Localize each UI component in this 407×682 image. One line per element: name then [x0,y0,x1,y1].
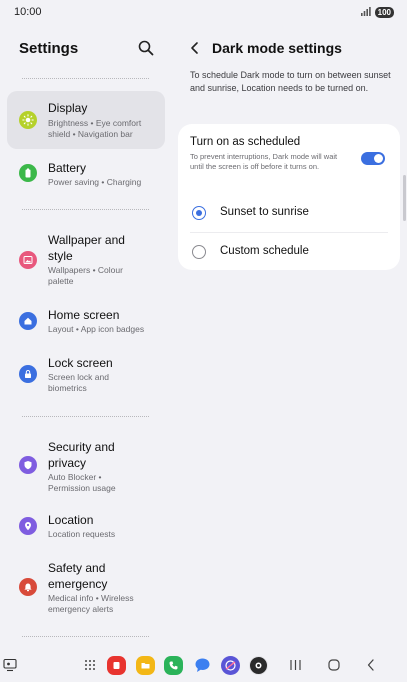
location-pin-icon [19,517,37,535]
back-arrow-icon[interactable] [188,40,202,56]
home-button-icon[interactable] [328,659,340,671]
sidebar-item-sub: Brightness • Eye comfort shield • Naviga… [48,118,142,139]
status-bar: 10:00 100 [0,0,407,24]
sidebar-item-sub: Screen lock and biometrics [48,372,109,393]
page-title: Settings [19,40,79,57]
status-time: 10:00 [14,6,42,18]
back-button-icon[interactable] [366,659,376,671]
home-icon [19,312,37,330]
camera-icon[interactable] [249,656,268,675]
divider [22,416,149,417]
my-files-icon[interactable] [136,656,155,675]
sidebar-item-label: Location [48,513,94,527]
messages-icon[interactable] [193,656,212,675]
recents-button-icon[interactable] [289,659,302,671]
phone-icon[interactable] [164,656,183,675]
dark-mode-settings-pane: Dark mode settings To schedule Dark mode… [172,24,407,640]
turn-on-scheduled-row[interactable]: Turn on as scheduled To prevent interrup… [178,124,400,188]
location-info-text: To schedule Dark mode to turn on between… [190,70,391,93]
sidebar-item-label: Display [48,101,88,115]
sidebar-item-sub: Layout • App icon badges [48,324,145,334]
radio-custom-schedule[interactable] [192,245,206,259]
divider [22,636,149,637]
sidebar-item-safety[interactable]: Safety and emergency Medical info • Wire… [7,558,165,620]
samsung-notes-icon[interactable] [107,656,126,675]
internet-icon[interactable] [221,656,240,675]
settings-header: Settings [0,24,172,72]
sidebar-item-sub: Location requests [48,529,116,539]
battery-level: 100 [374,7,394,18]
sidebar-item-label: Safety and emergency [48,561,108,591]
sidebar-item-label: Wallpaper and style [48,233,125,263]
app-drawer-icon[interactable] [84,659,96,671]
sidebar-item-sub: Wallpapers • Colour palette [48,265,123,286]
option-sunset-to-sunrise[interactable]: Sunset to sunrise [178,196,400,230]
detail-title: Dark mode settings [212,40,342,56]
settings-list-pane: Settings Display Brightness • Eye comfor… [0,24,172,640]
sidebar-item-lock-screen[interactable]: Lock screen Screen lock and biometrics [7,353,165,401]
sidebar-item-home-screen[interactable]: Home screen Layout • App icon badges [7,305,165,343]
sidebar-item-wallpaper[interactable]: Wallpaper and style Wallpapers • Colour … [7,227,165,291]
divider [22,209,149,210]
radio-sunset-to-sunrise[interactable] [192,206,206,220]
taskbar [0,640,407,682]
sidebar-item-sub: Power saving • Charging [48,177,142,187]
battery-icon [19,164,37,182]
lock-icon [19,365,37,383]
edge-panel-handle[interactable] [403,175,406,221]
sidebar-item-location[interactable]: Location Location requests [7,510,165,548]
sidebar-item-security[interactable]: Security and privacy Auto Blocker • Perm… [7,434,165,496]
schedule-card: Turn on as scheduled To prevent interrup… [178,124,400,270]
recent-apps-screen-icon[interactable] [3,658,17,672]
sidebar-item-sub: Auto Blocker • Permission usage [48,472,116,493]
shield-icon [19,456,37,474]
divider [22,78,149,79]
option-custom-schedule[interactable]: Custom schedule [178,234,400,268]
sidebar-item-label: Battery [48,161,87,175]
sidebar-item-label: Security and privacy [48,440,115,470]
sun-icon [19,111,37,129]
sidebar-item-label: Home screen [48,308,120,322]
sidebar-item-sub: Medical info • Wireless emergency alerts [48,593,134,614]
scheduled-description: To prevent interruptions, Dark mode will… [190,152,338,171]
scheduled-toggle[interactable] [361,152,385,165]
sidebar-item-display[interactable]: Display Brightness • Eye comfort shield … [7,91,165,149]
signal-icon [361,7,371,16]
option-label: Custom schedule [220,245,309,257]
option-label: Sunset to sunrise [220,206,309,218]
sidebar-item-battery[interactable]: Battery Power saving • Charging [7,155,165,195]
alert-icon [19,578,37,596]
divider [190,232,388,233]
search-icon[interactable] [136,38,156,58]
image-icon [19,251,37,269]
sidebar-item-label: Lock screen [48,356,113,370]
scheduled-label: Turn on as scheduled [190,136,301,148]
